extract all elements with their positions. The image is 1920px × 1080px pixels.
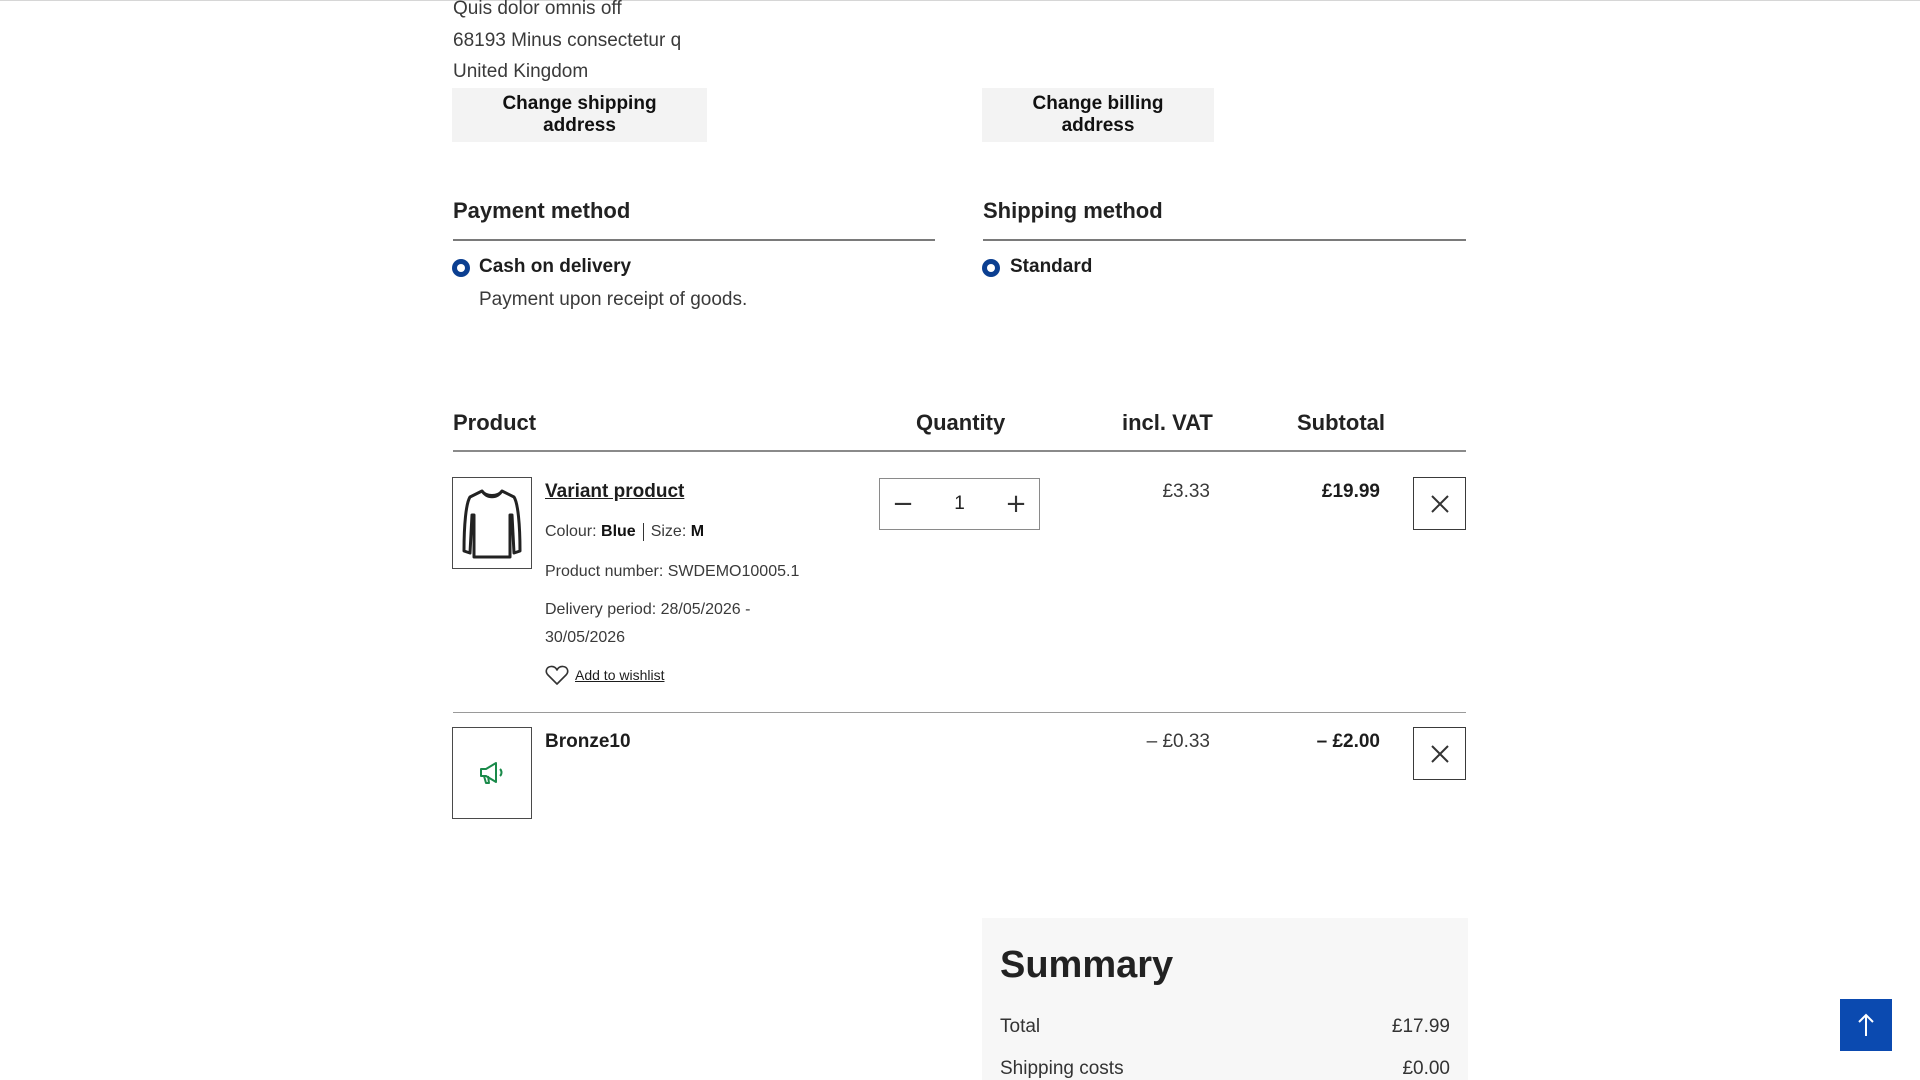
arrow-up-icon [1858, 1013, 1874, 1036]
product-name-link[interactable]: Variant product [545, 481, 684, 503]
change-billing-address-button[interactable]: Change billing address [982, 88, 1214, 142]
promotion-thumbnail [452, 727, 532, 819]
summary-row-total: Total £17.99 [1000, 1016, 1450, 1038]
add-to-wishlist-link[interactable]: Add to wishlist [545, 664, 664, 686]
table-header-divider [453, 450, 1466, 452]
address-line-3: United Kingdom [453, 61, 589, 82]
shipping-radio-selected[interactable] [982, 259, 1000, 277]
shipping-option-label[interactable]: Standard [1010, 256, 1092, 278]
summary-title: Summary [1000, 944, 1174, 986]
colour-value: Blue [601, 523, 636, 540]
summary-shipping-label: Shipping costs [1000, 1058, 1124, 1079]
item-subtotal: £19.99 [1321, 481, 1380, 502]
payment-option-label[interactable]: Cash on delivery [479, 256, 631, 278]
payment-option-description: Payment upon receipt of goods. [479, 289, 748, 310]
megaphone-icon [480, 762, 503, 784]
promotion-subtotal: – £2.00 [1316, 731, 1380, 752]
wishlist-label[interactable]: Add to wishlist [575, 667, 664, 683]
address-line-2: 68193 Minus consectetur q [453, 30, 682, 51]
scroll-to-top-button[interactable] [1840, 999, 1892, 1051]
close-icon [1430, 494, 1449, 513]
shipping-method-title: Shipping method [983, 198, 1163, 223]
delivery-period-line1: Delivery period: 28/05/2026 - [545, 601, 751, 618]
product-number: Product number: SWDEMO10005.1 [545, 563, 800, 580]
summary-total-value: £17.99 [1391, 1016, 1450, 1037]
payment-method-divider [453, 239, 935, 241]
quantity-stepper[interactable]: − 1 + [879, 478, 1040, 530]
header-subtotal: Subtotal [1297, 410, 1385, 435]
header-quantity: Quantity [916, 410, 1006, 435]
promotion-vat: – £0.33 [1146, 731, 1210, 752]
product-options: Colour: Blue Size: M [545, 518, 704, 546]
delivery-period-line2: 30/05/2026 [545, 629, 626, 646]
size-value: M [690, 523, 705, 540]
summary-panel: Summary Total £17.99 Shipping costs £0.0… [982, 918, 1468, 1080]
header-incl-vat: incl. VAT [1122, 410, 1213, 435]
header-product: Product [453, 410, 537, 435]
summary-total-label: Total [1000, 1016, 1041, 1037]
payment-method-title: Payment method [453, 198, 631, 223]
size-label: Size: [650, 523, 687, 540]
option-separator [642, 522, 644, 541]
quantity-decrease-button[interactable]: − [880, 479, 926, 529]
heart-icon [545, 665, 569, 685]
quantity-increase-button[interactable]: + [993, 479, 1039, 529]
payment-radio-selected[interactable] [452, 259, 470, 277]
colour-label: Colour: [545, 523, 597, 540]
close-icon [1430, 744, 1449, 763]
summary-row-shipping: Shipping costs £0.00 [1000, 1058, 1450, 1080]
longsleeve-shirt-icon [462, 489, 522, 559]
item-vat: £3.33 [1162, 481, 1210, 502]
top-divider [0, 0, 1920, 1]
shipping-method-divider [983, 239, 1466, 241]
product-thumbnail[interactable] [452, 477, 532, 569]
promotion-name: Bronze10 [545, 731, 631, 752]
change-shipping-address-button[interactable]: Change shipping address [452, 88, 707, 142]
row-divider [453, 712, 1466, 713]
remove-item-button[interactable] [1413, 477, 1466, 530]
quantity-input[interactable]: 1 [930, 493, 990, 515]
remove-promotion-button[interactable] [1413, 727, 1466, 780]
address-line-1: Quis dolor omnis off [453, 0, 622, 19]
summary-shipping-value: £0.00 [1402, 1058, 1450, 1079]
